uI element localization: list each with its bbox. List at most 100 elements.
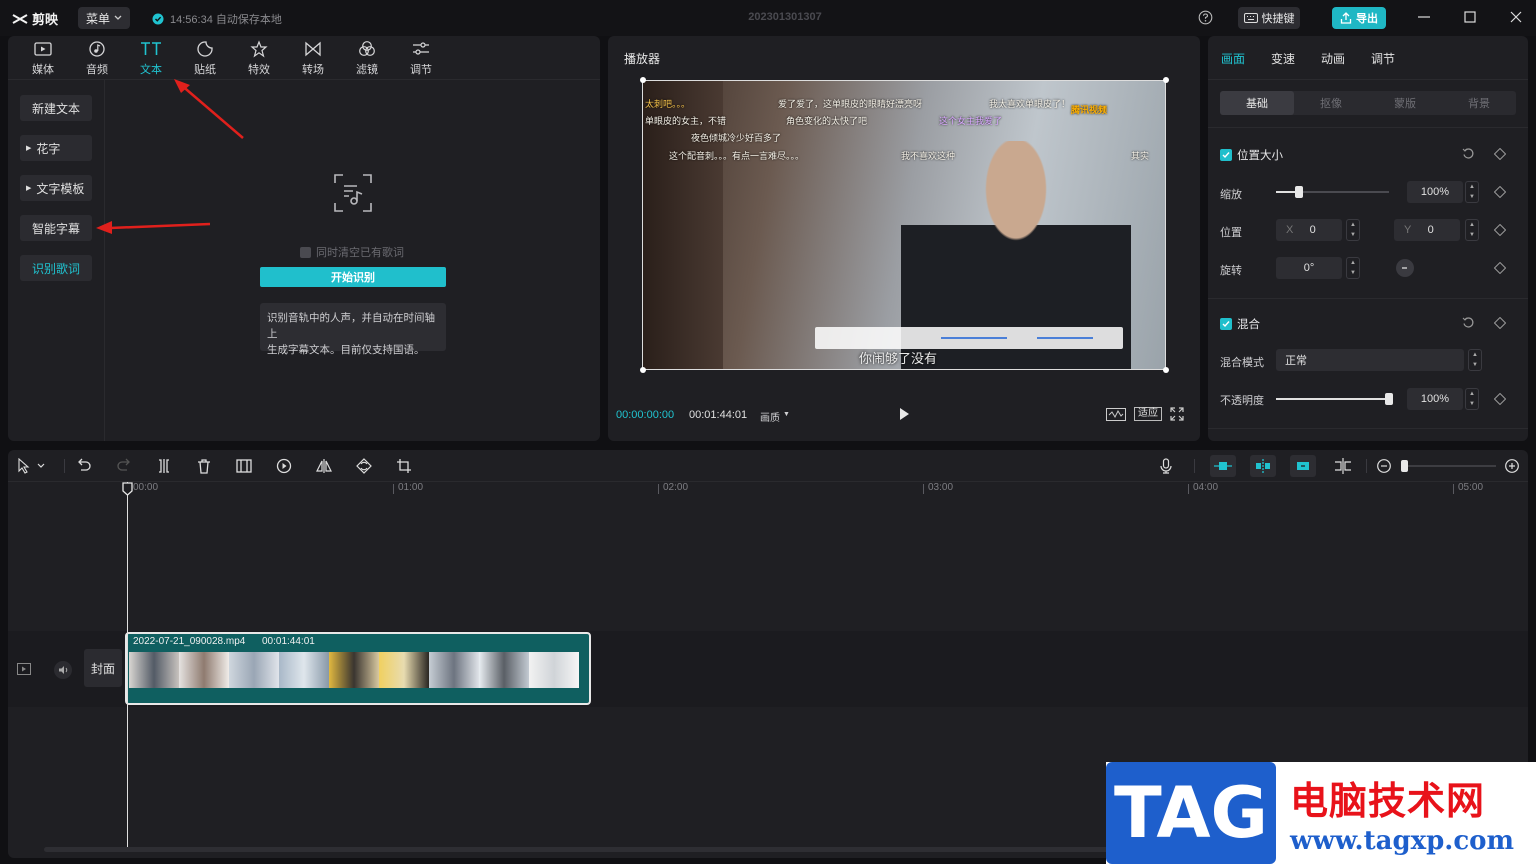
danmu-text: 单眼皮的女主，不错 [645,116,727,126]
waveform-icon[interactable] [1106,407,1126,421]
blend-section[interactable]: 混合 [1220,316,1260,332]
position-y-stepper[interactable]: ▲ ▼ [1465,219,1479,241]
keyframe-icon[interactable] [1494,224,1506,236]
export-button[interactable]: 导出 [1332,7,1386,29]
tab-transition[interactable]: 转场 [286,40,340,80]
zoom-in-icon[interactable] [1504,458,1520,474]
subtab-mask[interactable]: 蒙版 [1368,91,1442,115]
rotate-stepper[interactable]: ▲ ▼ [1346,257,1360,279]
position-y-field[interactable]: Y 0 [1394,219,1460,241]
tab-adjust-props[interactable]: 调节 [1371,50,1395,67]
video-clip[interactable]: 2022-07-21_090028.mp4 00:01:44:01 [125,632,591,705]
preview-axis-icon[interactable] [1334,458,1352,474]
tab-audio[interactable]: 音频 [70,40,124,80]
auto-snap-icon[interactable] [1250,455,1276,477]
help-icon[interactable] [1198,10,1213,25]
split-icon[interactable] [156,458,172,474]
fit-ratio-button[interactable]: 适应 [1134,407,1162,421]
maximize-icon[interactable] [1464,10,1476,24]
redo-icon[interactable] [116,458,132,474]
subtab-cutout[interactable]: 抠像 [1294,91,1368,115]
opacity-stepper[interactable]: ▲ ▼ [1465,388,1479,410]
playhead-handle[interactable] [122,482,133,496]
track-toggle-icon[interactable] [17,663,31,675]
scale-stepper[interactable]: ▲ ▼ [1465,181,1479,203]
play-button[interactable] [898,407,910,421]
shortcut-button[interactable]: 快捷键 [1238,7,1300,29]
rotate-field[interactable]: 0° [1276,257,1342,279]
position-x-stepper[interactable]: ▲ ▼ [1346,219,1360,241]
keyframe-icon[interactable] [1494,262,1506,274]
danmu-text: 夜色倾城冷少好百多了 [691,133,782,143]
opacity-slider-knob[interactable] [1385,393,1393,405]
keyframe-icon[interactable] [1494,148,1506,160]
microphone-icon[interactable] [1158,458,1174,474]
start-recognize-button[interactable]: 开始识别 [260,267,446,287]
tip-box: 识别音轨中的人声，并自动在时间轴上 生成字幕文本。目前仅支持国语。 [260,303,446,356]
video-preview[interactable]: 太刺吧。。。 爱了爱了，这单眼皮的眼睛好漂亮呀 我太喜欢单眼皮了！ 这个女主我爱… [642,80,1166,370]
zoom-slider[interactable] [1404,465,1496,467]
chevron-up-icon: ▲ [1472,352,1478,358]
subtab-background[interactable]: 背景 [1442,91,1516,115]
subtab-basic[interactable]: 基础 [1220,91,1294,115]
close-icon[interactable] [1510,10,1522,24]
mirror-icon[interactable] [316,458,332,474]
blend-mode-select[interactable]: 正常 [1276,349,1464,371]
reset-icon[interactable] [1462,316,1475,329]
tab-animation[interactable]: 动画 [1321,50,1345,67]
tab-adjust[interactable]: 调节 [394,40,448,80]
rotate-icon[interactable] [356,458,372,474]
opacity-value-field[interactable]: 100% [1407,388,1463,410]
pos-size-section[interactable]: 位置大小 [1220,147,1283,163]
resize-handle[interactable] [1163,367,1169,373]
recognize-lyrics-item[interactable]: 识别歌词 [20,255,92,281]
fullscreen-icon[interactable] [1170,407,1184,421]
tab-effects[interactable]: 特效 [232,40,286,80]
minimize-icon[interactable] [1418,10,1430,24]
track-mute-icon[interactable] [54,661,72,679]
resize-handle[interactable] [640,77,646,83]
divider [104,80,105,441]
new-text-button[interactable]: 新建文本 [20,95,92,121]
scale-slider-knob[interactable] [1295,186,1303,198]
danmu-text: 爱了爱了，这单眼皮的眼睛好漂亮呀 [778,99,923,109]
freeze-icon[interactable] [236,458,252,474]
undo-icon[interactable] [76,458,92,474]
keyframe-icon[interactable] [1494,317,1506,329]
chevron-down-icon: ▼ [1469,232,1475,238]
tab-media[interactable]: 媒体 [16,40,70,80]
playhead[interactable] [127,482,128,850]
keyframe-icon[interactable] [1494,186,1506,198]
chevron-down-icon: ▼ [1350,232,1356,238]
resize-handle[interactable] [640,367,646,373]
fancy-text-item[interactable]: ▶ 花字 [20,135,92,161]
tab-text[interactable]: 文本 [124,40,178,80]
linkage-icon[interactable] [1290,455,1316,477]
rotate-dial-icon[interactable] [1395,258,1415,278]
watermark-site-name: 电脑技术网 [1290,779,1486,823]
tab-filter[interactable]: 滤镜 [340,40,394,80]
tab-speed[interactable]: 变速 [1271,50,1295,67]
zoom-slider-knob[interactable] [1401,460,1408,472]
reset-icon[interactable] [1462,147,1475,160]
timeline-ruler[interactable]: 00:00 01:00 02:00 03:00 04:00 05:00 [8,482,1528,496]
main-track-magnet-icon[interactable] [1210,455,1236,477]
position-x-field[interactable]: X 0 [1276,219,1342,241]
menu-button[interactable]: 菜单 [78,7,130,29]
keyframe-icon[interactable] [1494,393,1506,405]
cover-button[interactable]: 封面 [84,649,122,687]
tab-sticker[interactable]: 贴纸 [178,40,232,80]
delete-icon[interactable] [196,458,212,474]
resize-handle[interactable] [1163,77,1169,83]
scale-value-field[interactable]: 100% [1407,181,1463,203]
select-tool-icon[interactable] [17,458,47,474]
reverse-play-icon[interactable] [276,458,292,474]
zoom-out-icon[interactable] [1376,458,1392,474]
quality-dropdown[interactable]: 画质 ▼ [760,409,790,424]
crop-icon[interactable] [396,458,412,474]
smart-subtitle-item[interactable]: 智能字幕 [20,215,92,241]
blend-mode-dropdown[interactable]: ▲ ▼ [1468,349,1482,371]
clear-lyrics-checkbox[interactable]: 同时清空已有歌词 [300,244,404,260]
text-template-item[interactable]: ▶ 文字模板 [20,175,92,201]
tab-canvas[interactable]: 画面 [1221,50,1245,67]
